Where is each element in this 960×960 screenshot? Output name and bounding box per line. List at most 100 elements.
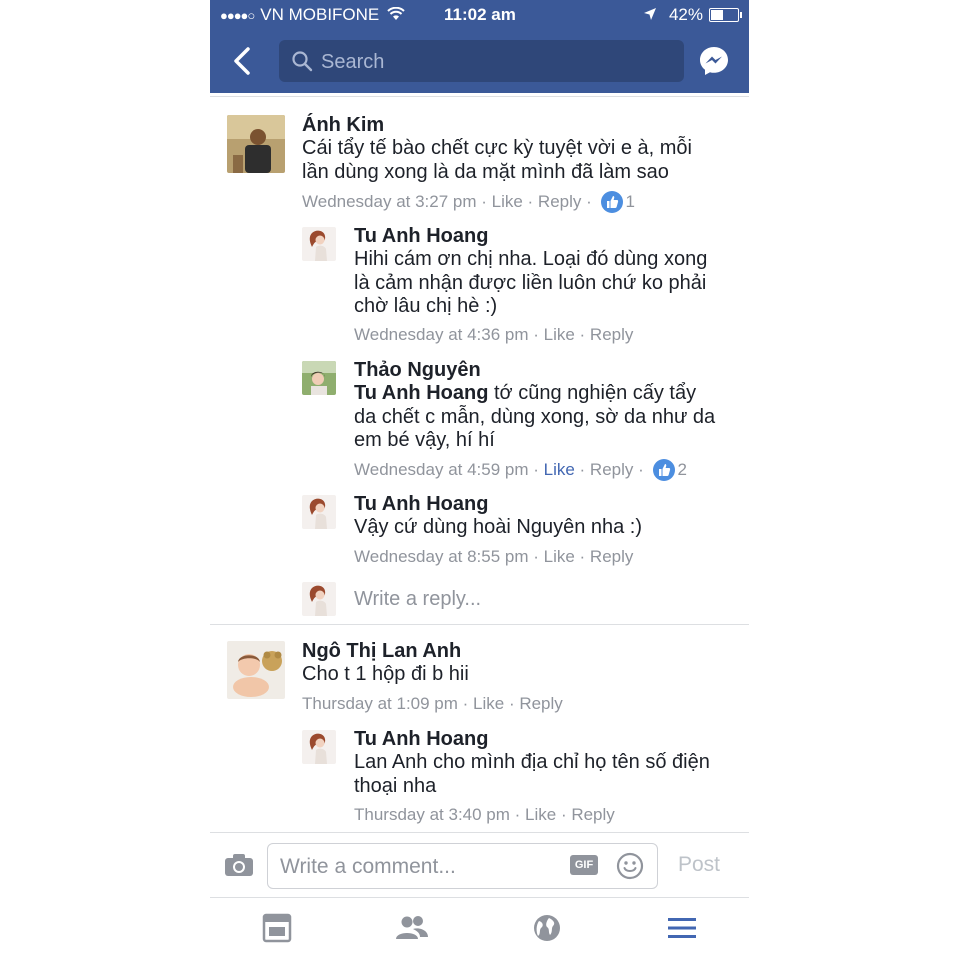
comment-time[interactable]: Wednesday at 3:27 pm [302,192,477,212]
reply-link[interactable]: Reply [590,325,633,345]
like-link[interactable]: Like [544,547,575,567]
avatar[interactable] [227,641,285,699]
divider [210,624,749,625]
avatar[interactable] [302,361,336,395]
avatar[interactable] [302,227,336,261]
reply-meta: Wednesday at 4:59 pm · Like · Reply · 2 [354,459,687,481]
reply-text-line: Lan Anh cho mình địa chỉ họ tên số điện [354,751,710,773]
sticker-button[interactable] [616,852,644,880]
clock: 11:02 am [444,5,516,24]
separator: · [581,192,597,211]
reply-text: Vậy cứ dùng hoài Nguyên nha :) [354,516,734,540]
reaction-count[interactable]: 2 [652,459,687,481]
reaction-number: 2 [677,460,687,479]
reply-author[interactable]: Tu Anh Hoang [354,728,488,751]
reply-text: Tu Anh Hoang tớ cũng nghiện cấy tẩy da c… [354,382,734,453]
comment-text: Cho t 1 hộp đi b hii [302,663,732,687]
comment-text: Cái tẩy tế bào chết cực kỳ tuyệt vời e à… [302,137,732,184]
comments-list: Ánh Kim Cái tẩy tế bào chết cực kỳ tuyệt… [210,96,749,833]
camera-button[interactable] [224,853,254,877]
tab-menu[interactable] [664,912,700,944]
separator: · [633,460,649,479]
reply-link[interactable]: Reply [538,192,581,212]
chevron-left-icon [234,47,250,75]
like-link-active[interactable]: Like [544,460,575,480]
reply-author[interactable]: Thảo Nguyên [354,359,481,382]
avatar[interactable] [302,495,336,529]
tab-friends[interactable] [394,912,430,944]
smiley-icon [616,852,644,880]
thumbs-up-icon [652,459,675,481]
messenger-button[interactable] [698,45,730,77]
back-button[interactable] [230,44,254,78]
comment-composer: Write a comment... GIF Post [210,832,749,897]
search-placeholder: Search [321,51,385,73]
reply-time[interactable]: Wednesday at 4:36 pm [354,325,529,345]
reply-text-line: thoại nha [354,774,437,797]
comment-meta: Thursday at 1:09 pm · Like · Reply [302,694,563,714]
signal-icon: ●●●●○ [220,7,255,23]
reply-text-line: là cảm nhận được liền luôn chứ ko phải [354,271,707,294]
avatar[interactable] [227,115,285,173]
battery-level-fill [711,10,723,20]
reply-meta: Thursday at 3:40 pm · Like · Reply [354,805,615,825]
reply-text-line: Hihi cám ơn chị nha. Loại đó dùng xong [354,248,708,270]
separator: · [504,694,520,713]
reply-link[interactable]: Reply [571,805,614,825]
reply-text-line: Vậy cứ dùng hoài Nguyên nha :) [354,516,643,538]
reply-time[interactable]: Wednesday at 8:55 pm [354,547,529,567]
separator: · [556,805,572,824]
battery-percent: 42% [668,5,703,24]
reaction-number: 1 [625,192,635,211]
reply-link[interactable]: Reply [590,460,633,480]
separator: · [528,460,544,479]
menu-icon [668,918,696,938]
avatar [302,582,336,616]
reply-time[interactable]: Wednesday at 4:59 pm [354,460,529,480]
separator: · [457,694,474,713]
mention-link[interactable]: Tu Anh Hoang [354,382,488,404]
status-bar: ●●●●○ VN MOBIFONE 11:02 am 42% [210,0,749,30]
top-bar: ●●●●○ VN MOBIFONE 11:02 am 42% Search [210,0,749,93]
separator: · [522,192,538,211]
reply-text: Hihi cám ơn chị nha. Loại đó dùng xong l… [354,248,734,319]
comment-meta: Wednesday at 3:27 pm · Like · Reply · 1 [302,191,635,213]
reply-author[interactable]: Tu Anh Hoang [354,225,488,248]
tab-notifications[interactable] [529,912,565,944]
wifi-icon [387,6,405,24]
comment-input[interactable]: Write a comment... GIF [267,843,658,889]
camera-icon [225,854,253,876]
reaction-count[interactable]: 1 [600,191,635,213]
like-link[interactable]: Like [473,694,504,714]
reply-time[interactable]: Thursday at 3:40 pm [354,805,510,825]
search-bar[interactable]: Search [279,40,684,82]
carrier-name: VN MOBIFONE [260,5,380,24]
comment-author[interactable]: Ngô Thị Lan Anh [302,640,461,663]
reply-link[interactable]: Reply [519,694,562,714]
comment-time[interactable]: Thursday at 1:09 pm [302,694,458,714]
comment-author[interactable]: Ánh Kim [302,114,384,137]
reply-text-line: da chết c mẫn, dùng xong, sờ da như da [354,405,716,428]
like-link[interactable]: Like [525,805,556,825]
search-icon [291,50,313,78]
globe-icon [534,915,560,941]
location-arrow-icon [643,7,657,24]
reply-author[interactable]: Tu Anh Hoang [354,493,488,516]
avatar[interactable] [302,730,336,764]
separator: · [574,547,590,566]
reply-link[interactable]: Reply [590,547,633,567]
separator: · [528,547,544,566]
reply-text: Lan Anh cho mình địa chỉ họ tên số điện … [354,751,734,798]
reply-text-segment: tớ cũng nghiện cấy tẩy [488,382,697,404]
gif-button[interactable]: GIF [570,855,598,875]
comment-text-line: Cho t 1 hộp đi b hii [302,663,469,685]
post-button[interactable]: Post [678,853,720,877]
write-reply-input[interactable]: Write a reply... [354,588,481,612]
reply-meta: Wednesday at 8:55 pm · Like · Reply [354,547,633,567]
like-link[interactable]: Like [544,325,575,345]
reply-text-line: em bé vậy, hí hí [354,429,495,451]
reply-text-line: Tu Anh Hoang tớ cũng nghiện cấy tẩy [354,382,734,406]
like-link[interactable]: Like [492,192,523,212]
battery-icon [709,8,742,22]
tab-news-feed[interactable] [259,912,295,944]
